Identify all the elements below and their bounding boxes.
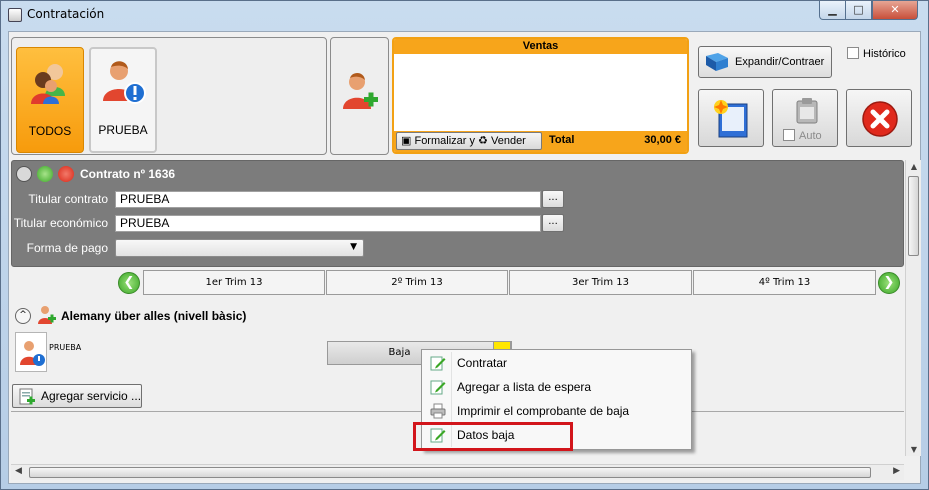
expandir-contraer-button[interactable]: Expandir/Contraer bbox=[698, 46, 832, 78]
add-person-icon bbox=[343, 72, 378, 109]
recycle-icon: ♻ bbox=[478, 135, 488, 147]
menu-item-imprimir-comprobante[interactable]: Imprimir el comprobante de baja bbox=[423, 399, 690, 423]
tile-prueba[interactable]: PRUEBA bbox=[89, 47, 157, 153]
scroll-up-icon[interactable]: ▲ bbox=[909, 162, 919, 171]
scroll-left-icon[interactable]: ◀ bbox=[15, 466, 22, 476]
contract-title: Contrato nº 1636 bbox=[80, 167, 176, 181]
total-label: Total bbox=[549, 134, 575, 146]
group-people-icon bbox=[31, 64, 65, 104]
cancel-button[interactable] bbox=[846, 89, 912, 147]
vertical-scroll-thumb[interactable] bbox=[908, 176, 919, 256]
auto-print-button[interactable]: Auto bbox=[772, 89, 838, 147]
vertical-scrollbar[interactable]: ▲ ▼ bbox=[905, 160, 921, 456]
next-quarter-button[interactable]: ❯ bbox=[878, 272, 900, 294]
scroll-right-icon[interactable]: ▶ bbox=[893, 466, 900, 476]
horizontal-scroll-thumb[interactable] bbox=[29, 467, 871, 478]
app-icon bbox=[8, 8, 22, 22]
ventas-panel: Ventas ▣ Formalizar y ♻ Vender Total 30,… bbox=[392, 37, 689, 154]
forma-pago-select[interactable]: ▼ bbox=[115, 239, 364, 257]
maximize-button[interactable]: □ bbox=[845, 1, 872, 20]
new-document-button[interactable] bbox=[698, 89, 764, 147]
delete-contract-icon[interactable] bbox=[58, 166, 74, 182]
close-window-button[interactable]: ✕ bbox=[872, 1, 918, 20]
forma-pago-label: Forma de pago bbox=[26, 241, 108, 255]
ventas-footer: ▣ Formalizar y ♻ Vender Total 30,00 € bbox=[394, 131, 687, 152]
scroll-down-icon[interactable]: ▼ bbox=[909, 445, 919, 454]
tile-prueba-label: PRUEBA bbox=[98, 123, 148, 137]
auto-check-box[interactable] bbox=[783, 129, 795, 141]
persons-group: TODOS PRUEBA bbox=[11, 37, 327, 155]
minimize-button[interactable]: ▁ bbox=[819, 1, 846, 20]
menu-item-label: Agregar a lista de espera bbox=[457, 380, 592, 394]
title-bar[interactable]: Contratación ▁ □ ✕ bbox=[1, 1, 928, 29]
chevron-down-icon: ▼ bbox=[350, 242, 357, 252]
edit-document-icon bbox=[430, 356, 446, 371]
quarter-3[interactable]: 3er Trim 13 bbox=[509, 270, 692, 295]
formalizar-label: Formalizar y bbox=[414, 135, 475, 147]
window-title: Contratación bbox=[27, 7, 105, 21]
collapse-contract-icon[interactable] bbox=[16, 166, 32, 182]
member-name: PRUEBA bbox=[49, 343, 82, 352]
edit-document-icon bbox=[430, 380, 446, 395]
titular-contrato-field[interactable]: PRUEBA bbox=[115, 191, 541, 208]
new-document-icon bbox=[714, 100, 748, 138]
expandir-label: Expandir/Contraer bbox=[735, 56, 825, 68]
menu-item-label: Contratar bbox=[457, 356, 508, 370]
titular-contrato-browse-button[interactable]: ... bbox=[542, 190, 564, 208]
add-service-button[interactable]: Agregar servicio ... bbox=[12, 384, 142, 408]
historico-checkbox[interactable]: Histórico bbox=[847, 47, 906, 60]
person-alert-icon bbox=[103, 61, 146, 104]
clipboard-icon: ▣ bbox=[401, 135, 412, 147]
horizontal-scrollbar[interactable]: ◀ ▶ bbox=[11, 464, 904, 480]
titular-economico-label: Titular económico bbox=[13, 216, 108, 230]
historico-label: Histórico bbox=[863, 48, 906, 60]
menu-item-contratar[interactable]: Contratar bbox=[423, 351, 690, 375]
member-avatar[interactable] bbox=[15, 332, 47, 372]
auto-checkbox[interactable]: Auto bbox=[783, 129, 822, 142]
formalizar-vender-button[interactable]: ▣ Formalizar y ♻ Vender bbox=[396, 132, 542, 150]
clipboard-printer-icon bbox=[796, 98, 818, 124]
vender-label: Vender bbox=[490, 135, 526, 147]
add-person-group[interactable] bbox=[330, 37, 389, 155]
person-alert-icon bbox=[20, 341, 45, 366]
service-title: Alemany über alles (nivell bàsic) bbox=[61, 309, 247, 323]
tile-todos-label: TODOS bbox=[28, 124, 72, 138]
quarter-1[interactable]: 1er Trim 13 bbox=[143, 270, 325, 295]
add-service-label: Agregar servicio ... bbox=[41, 389, 142, 403]
cancel-icon bbox=[862, 101, 898, 137]
titular-economico-browse-button[interactable]: ... bbox=[542, 214, 564, 232]
prev-quarter-button[interactable]: ❮ bbox=[118, 272, 140, 294]
highlight-box bbox=[413, 422, 573, 451]
historico-check-box[interactable] bbox=[847, 47, 859, 59]
add-document-icon bbox=[19, 388, 35, 405]
menu-item-agregar-lista-espera[interactable]: Agregar a lista de espera bbox=[423, 375, 690, 399]
tile-todos[interactable]: TODOS bbox=[16, 47, 84, 153]
printer-icon bbox=[430, 403, 446, 419]
total-value: 30,00 € bbox=[644, 134, 681, 146]
contract-panel: Contrato nº 1636 Titular contrato PRUEBA… bbox=[11, 160, 904, 267]
quarter-2[interactable]: 2º Trim 13 bbox=[326, 270, 508, 295]
refresh-icon[interactable] bbox=[37, 166, 53, 182]
titular-economico-field[interactable]: PRUEBA bbox=[115, 215, 541, 232]
collapse-service-icon[interactable]: ^ bbox=[15, 308, 31, 324]
ventas-header: Ventas bbox=[394, 39, 687, 54]
add-person-icon bbox=[38, 306, 56, 324]
quarter-4[interactable]: 4º Trim 13 bbox=[693, 270, 876, 295]
titular-contrato-label: Titular contrato bbox=[28, 192, 108, 206]
auto-label: Auto bbox=[799, 130, 822, 142]
book-icon bbox=[706, 53, 728, 71]
menu-item-label: Imprimir el comprobante de baja bbox=[457, 404, 630, 418]
